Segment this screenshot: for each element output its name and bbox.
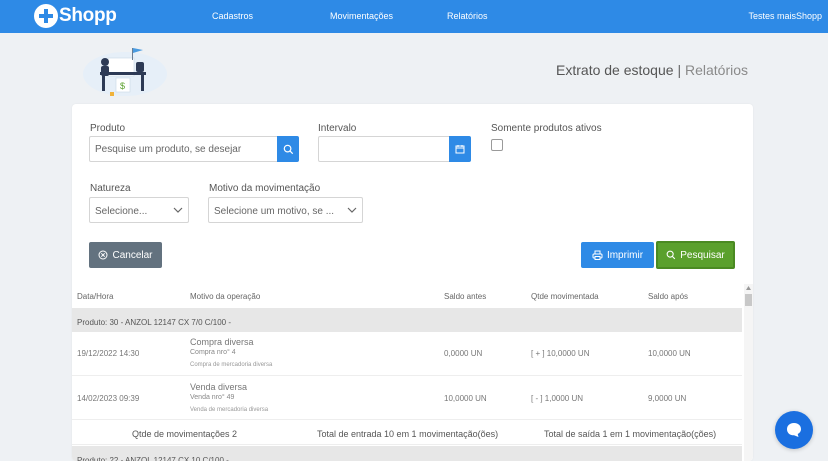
row-ref: Venda nro° 49 (190, 394, 235, 401)
row-motivo: Compra diversa (190, 337, 254, 347)
svg-text:$: $ (120, 81, 125, 91)
calendar-icon (455, 145, 465, 154)
intervalo-calendar-button[interactable] (449, 136, 471, 162)
table-scrollbar[interactable] (744, 284, 753, 461)
printer-icon (592, 250, 603, 260)
search-icon (666, 250, 676, 260)
row-saldo-antes: 0,0000 UN (444, 349, 483, 358)
logo-text: Shopp (59, 5, 117, 26)
motivo-select[interactable]: Selecione um motivo, se ... (208, 197, 363, 223)
produto-search-button[interactable] (277, 136, 299, 162)
chat-bubble-icon (787, 423, 801, 437)
row-qtde: [ + ] 10,0000 UN (531, 349, 590, 358)
results-table: Data/Hora Motivo da operação Saldo antes… (72, 284, 753, 461)
motivo-label: Motivo da movimentação (209, 183, 321, 194)
cancel-button[interactable]: Cancelar (89, 242, 162, 268)
chevron-down-icon (347, 207, 357, 213)
table-header: Data/Hora Motivo da operação Saldo antes… (72, 284, 742, 306)
page-title-main: Extrato de estoque (556, 62, 674, 78)
row-qtde: [ - ] 1,0000 UN (531, 394, 584, 403)
print-button[interactable]: Imprimir (581, 242, 654, 268)
summary-entrada: Total de entrada 10 em 1 movimentação(õe… (317, 429, 499, 439)
filter-card: Produto Pesquise um produto, se desejar … (72, 104, 753, 461)
table-row[interactable]: 14/02/2023 09:39 Venda diversa Venda nro… (72, 376, 742, 420)
natureza-select-value: Selecione... (95, 206, 148, 217)
page-title: Extrato de estoque | Relatórios (556, 62, 748, 78)
row-saldo-apos: 9,0000 UN (648, 394, 687, 403)
col-header-saldo-apos: Saldo após (648, 292, 689, 301)
group-summary-row: Qtde de movimentações 2 Total de entrada… (72, 421, 742, 445)
chat-widget-button[interactable] (775, 411, 813, 449)
natureza-label: Natureza (90, 183, 131, 194)
produto-search-input[interactable]: Pesquise um produto, se desejar (89, 136, 279, 162)
top-navbar: Shopp Cadastros Movimentações Relatórios… (0, 0, 828, 33)
scroll-up-arrow-icon[interactable] (745, 284, 752, 292)
summary-saida: Total de saída 1 em 1 movimentação(ções) (544, 429, 717, 439)
cancel-circle-icon (98, 250, 108, 260)
product-group-row: Produto: 30 - ANZOL 12147 CX 7/0 C/100 - (72, 308, 742, 332)
logo-plus-icon (34, 4, 58, 28)
cancel-button-label: Cancelar (112, 249, 153, 261)
nav-user-menu[interactable]: Testes maisShopp (748, 11, 822, 21)
motivo-select-value: Selecione um motivo, se ... (214, 206, 335, 217)
title-separator: | (677, 62, 682, 78)
col-header-datahora: Data/Hora (77, 292, 114, 301)
col-header-qtde: Qtde movimentada (531, 292, 599, 301)
nav-cadastros[interactable]: Cadastros (212, 11, 253, 21)
row-saldo-antes: 10,0000 UN (444, 394, 487, 403)
scrollbar-thumb[interactable] (745, 294, 752, 306)
report-illustration: $ (83, 48, 167, 96)
summary-count: Qtde de movimentações 2 (132, 429, 238, 439)
search-button-label: Pesquisar (680, 249, 725, 261)
produto-label: Produto (90, 123, 126, 134)
search-icon (283, 144, 293, 154)
row-desc: Compra de mercadoria diversa (190, 362, 273, 368)
col-header-saldo-antes: Saldo antes (444, 292, 487, 301)
nav-relatorios[interactable]: Relatórios (447, 11, 488, 21)
row-motivo: Venda diversa (190, 382, 248, 392)
chevron-down-icon (173, 207, 183, 213)
product-group-row: Produto: 22 - ANZOL 12147 CX 10 C/100 - (72, 446, 742, 461)
somente-ativos-label: Somente produtos ativos (491, 123, 602, 134)
somente-ativos-checkbox[interactable] (491, 139, 503, 151)
row-saldo-apos: 10,0000 UN (648, 349, 691, 358)
intervalo-input[interactable] (318, 136, 451, 162)
table-row[interactable]: 19/12/2022 14:30 Compra diversa Compra n… (72, 332, 742, 376)
app-logo[interactable]: Shopp (34, 3, 117, 29)
row-ref: Compra nro° 4 (190, 349, 236, 356)
row-datetime: 14/02/2023 09:39 (77, 394, 140, 403)
intervalo-label: Intervalo (318, 123, 357, 134)
print-button-label: Imprimir (606, 249, 644, 261)
row-datetime: 19/12/2022 14:30 (77, 349, 140, 358)
search-button[interactable]: Pesquisar (656, 241, 735, 269)
nav-movimentacoes[interactable]: Movimentações (330, 11, 393, 21)
natureza-select[interactable]: Selecione... (89, 197, 189, 223)
row-desc: Venda de mercadoria diversa (190, 407, 269, 413)
col-header-motivo: Motivo da operação (190, 292, 261, 301)
page-subtitle: Relatórios (684, 62, 748, 78)
